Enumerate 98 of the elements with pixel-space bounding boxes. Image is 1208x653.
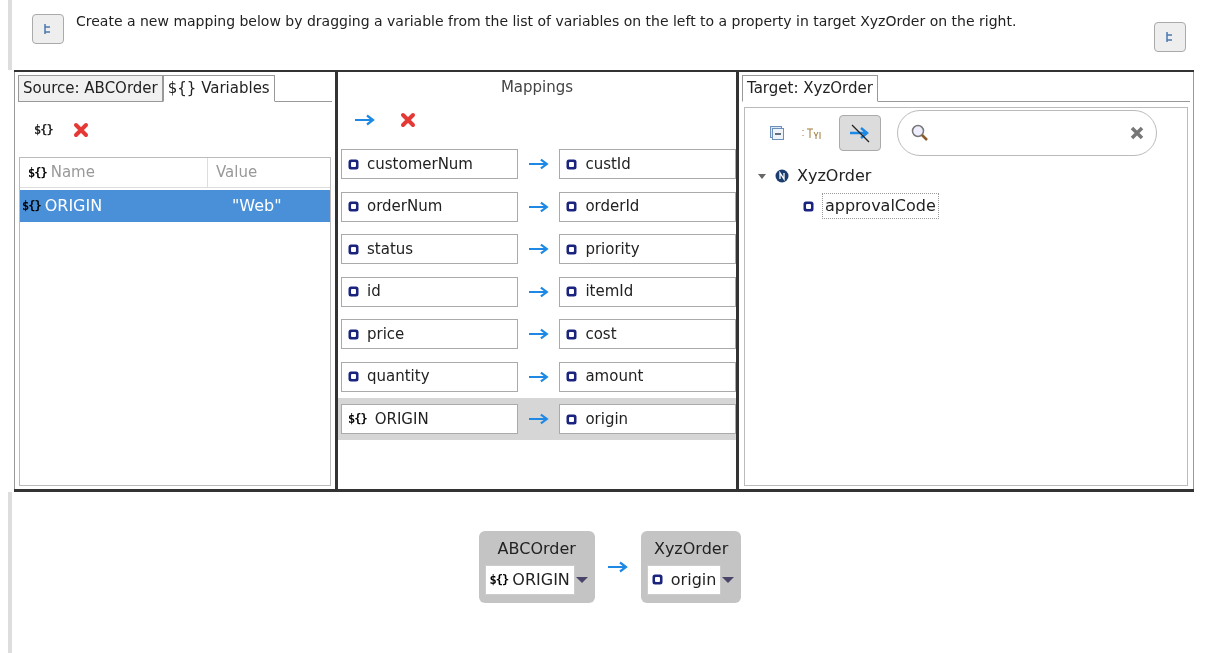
- arrow-icon: [606, 560, 629, 573]
- variable-glyph: ${}: [22, 198, 41, 215]
- mapping-field[interactable]: status: [341, 234, 518, 264]
- tree-node[interactable]: XyzOrder: [797, 164, 872, 188]
- field-icon: [348, 328, 359, 340]
- variable-value: "Web": [231, 195, 282, 217]
- caret-icon[interactable]: [574, 575, 589, 584]
- field-icon: [566, 371, 578, 382]
- field-icon: [566, 413, 578, 425]
- field-name: custId: [585, 153, 631, 175]
- mapping-field[interactable]: customerNum: [341, 149, 518, 179]
- field-icon: [566, 243, 578, 255]
- mapping-field[interactable]: custId: [559, 149, 736, 179]
- field-icon: [566, 286, 578, 297]
- variable-name: ORIGIN: [44, 195, 103, 217]
- panel-title: Mappings: [499, 77, 575, 98]
- add-variable-icon[interactable]: ${}: [34, 120, 53, 139]
- field-name: orderNum: [367, 196, 443, 218]
- mapping-row[interactable]: quantity amount: [338, 361, 736, 392]
- field-icon: [348, 286, 359, 297]
- field-name: orderId: [585, 196, 640, 218]
- layout-toggle-button[interactable]: [32, 14, 64, 44]
- collapse-all-icon[interactable]: [769, 125, 785, 141]
- filter-mapped-button[interactable]: [839, 115, 881, 151]
- variable-glyph: ${}: [489, 571, 509, 589]
- instruction-text: Create a new mapping below by dragging a variable from the list of variables on the left to a property in target XyzOrder on the right.: [76, 12, 1018, 31]
- clear-icon[interactable]: [1130, 126, 1144, 140]
- mapping-row[interactable]: price cost: [338, 319, 736, 349]
- delete-icon[interactable]: [400, 112, 416, 128]
- variable-row[interactable]: ${} ORIGIN "Web": [20, 190, 330, 222]
- arrow-icon: [527, 158, 550, 170]
- add-mapping-icon[interactable]: [354, 114, 376, 126]
- mapping-field[interactable]: id: [341, 276, 518, 307]
- variable-glyph: ${}: [348, 411, 367, 428]
- field-name: priority: [585, 238, 640, 260]
- field-icon: [803, 200, 814, 212]
- field-name: customerNum: [367, 153, 473, 175]
- arrow-icon: [527, 413, 550, 425]
- mapping-field[interactable]: priority: [559, 234, 736, 264]
- mapping-row[interactable]: ${} ORIGIN origin: [338, 398, 736, 440]
- mapping-field[interactable]: orderId: [559, 191, 736, 222]
- field-icon: [566, 201, 578, 212]
- field-name: quantity: [367, 366, 430, 388]
- field-name: amount: [585, 366, 644, 388]
- mapping-row[interactable]: customerNum custId: [338, 149, 736, 179]
- arrow-icon: [354, 114, 376, 126]
- arrow-icon: [527, 200, 550, 213]
- mapping-field[interactable]: price: [341, 319, 518, 349]
- field-icon: [566, 328, 578, 340]
- layout-toggle-button[interactable]: [1154, 22, 1186, 52]
- column-header[interactable]: ${} Name: [20, 158, 208, 187]
- search-icon: [910, 123, 930, 143]
- mapping-field[interactable]: amount: [559, 361, 736, 392]
- tab[interactable]: Target: XyzOrder: [742, 75, 878, 102]
- mapping-field[interactable]: origin: [559, 404, 736, 434]
- column-label: Name: [50, 162, 95, 184]
- tab[interactable]: Source: ABCOrder: [18, 75, 163, 102]
- node-icon: [775, 169, 789, 183]
- type-icon[interactable]: [801, 127, 823, 139]
- field-icon: [348, 243, 359, 255]
- expander-icon[interactable]: [757, 171, 767, 181]
- tree-node[interactable]: approvalCode: [822, 193, 939, 219]
- field-name: itemId: [585, 281, 634, 303]
- field-icon: [348, 158, 359, 170]
- mapping-row[interactable]: status priority: [338, 234, 736, 264]
- field-name: origin: [585, 408, 629, 430]
- arrow-icon: [527, 370, 550, 383]
- field-icon: [566, 158, 578, 170]
- column-label: Value: [216, 162, 258, 184]
- field-icon: [348, 371, 359, 382]
- field-name: cost: [585, 323, 617, 345]
- arrow-icon: [527, 285, 550, 298]
- tab[interactable]: ${} Variables: [162, 75, 275, 102]
- card-title: ABCOrder: [497, 537, 576, 560]
- mapping-field[interactable]: ${} ORIGIN: [341, 404, 518, 434]
- mapping-field[interactable]: cost: [559, 319, 736, 349]
- crossed-arrow-icon: [848, 123, 872, 143]
- delete-icon[interactable]: [72, 121, 89, 138]
- field-name: ORIGIN: [374, 408, 429, 430]
- card-title: XyzOrder: [653, 537, 729, 560]
- mapping-field[interactable]: orderNum: [341, 191, 518, 222]
- variable-glyph: ${}: [28, 164, 47, 182]
- field-dropdown[interactable]: ${} ORIGIN: [484, 564, 575, 595]
- arrow-icon: [527, 243, 550, 255]
- arrow-icon: [527, 328, 550, 340]
- field-name: price: [367, 323, 405, 345]
- field-name: ORIGIN: [512, 568, 570, 591]
- mapping-row[interactable]: id itemId: [338, 276, 736, 307]
- mapping-row[interactable]: orderNum orderId: [338, 191, 736, 222]
- field-name: id: [367, 281, 381, 303]
- field-dropdown[interactable]: origin: [646, 564, 722, 595]
- field-name: status: [367, 238, 414, 260]
- caret-icon[interactable]: [721, 575, 736, 584]
- field-icon: [348, 201, 359, 212]
- mapping-field[interactable]: quantity: [341, 361, 518, 392]
- field-name: origin: [670, 568, 717, 591]
- field-icon: [651, 574, 663, 585]
- mapping-field[interactable]: itemId: [559, 276, 736, 307]
